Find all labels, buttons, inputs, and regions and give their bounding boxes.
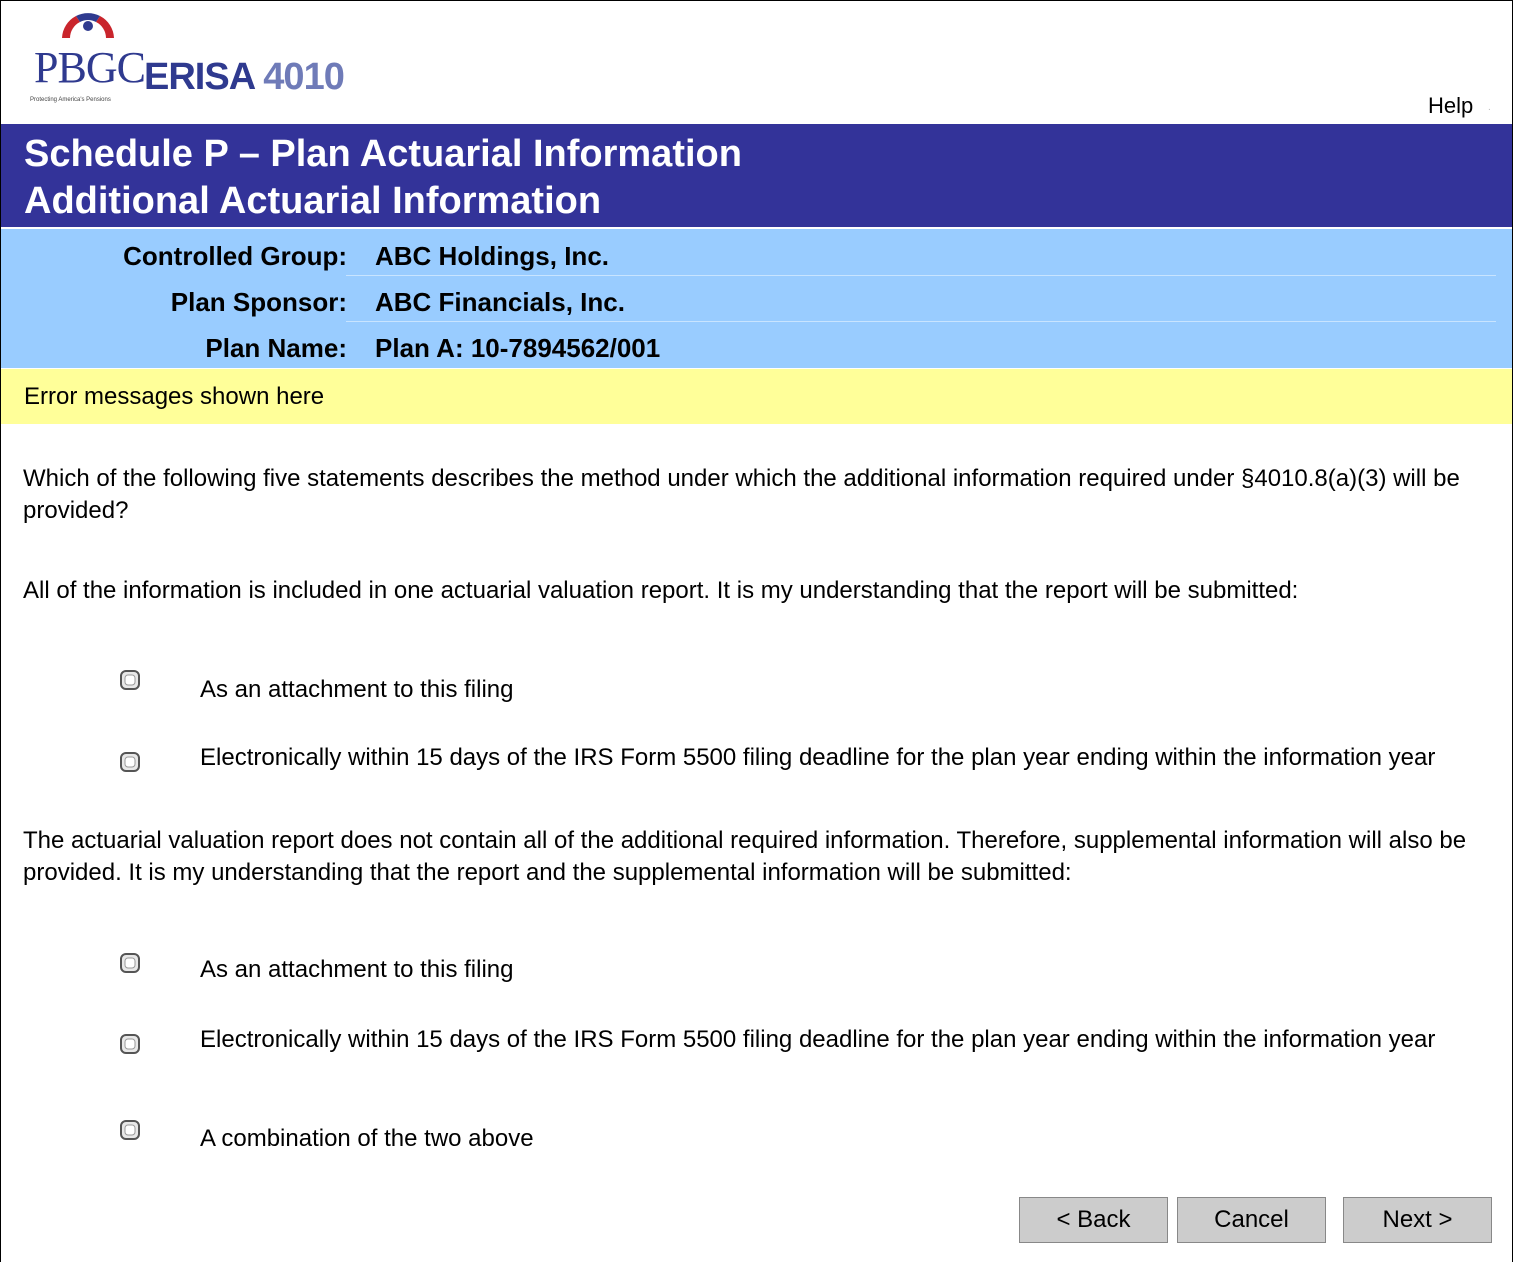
plan-sponsor-row: Plan Sponsor: ABC Financials, Inc.: [1, 277, 1512, 321]
plan-sponsor-value: ABC Financials, Inc.: [375, 287, 625, 317]
question-text: Which of the following five statements d…: [23, 465, 1460, 524]
radio-button-icon[interactable]: [120, 670, 140, 690]
group2-option-combination-label[interactable]: A combination of the two above: [200, 1123, 1500, 1155]
group2-intro: The actuarial valuation report does not …: [23, 827, 1467, 886]
group1-option-electronic-label[interactable]: Electronically within 15 days of the IRS…: [200, 742, 1500, 774]
logo-arc-icon: [62, 13, 114, 38]
radio-button-icon[interactable]: [120, 1034, 140, 1054]
logo-erisa-text: ERISA 4010: [144, 56, 345, 99]
next-button[interactable]: Next >: [1343, 1197, 1492, 1243]
group1-intro: All of the information is included in on…: [23, 577, 1299, 604]
controlled-group-value: ABC Holdings, Inc.: [375, 241, 609, 271]
info-divider: [346, 321, 1496, 322]
pbgc-erisa-logo: PBGC ERISA 4010 Protecting America's Pen…: [30, 10, 390, 110]
back-button[interactable]: < Back: [1019, 1197, 1168, 1243]
plan-name-label: Plan Name:: [205, 333, 347, 363]
radio-button-icon[interactable]: [120, 752, 140, 772]
controlled-group-label: Controlled Group:: [123, 241, 347, 271]
plan-name-row: Plan Name: Plan A: 10-7894562/001: [1, 323, 1512, 367]
radio-button-icon[interactable]: [120, 953, 140, 973]
group1-option-attachment-label[interactable]: As an attachment to this filing: [200, 674, 1500, 706]
logo-tagline: Protecting America's Pensions: [30, 97, 111, 103]
cancel-button[interactable]: Cancel: [1177, 1197, 1326, 1243]
logo-pbgc-text: PBGC: [34, 43, 146, 92]
page-subtitle: Additional Actuarial Information: [24, 180, 602, 222]
logo-erisa-number: 4010: [263, 56, 345, 98]
help-separator: .: [1488, 102, 1491, 113]
error-message-bar: Error messages shown here: [1, 369, 1512, 424]
plan-sponsor-label: Plan Sponsor:: [170, 287, 347, 317]
plan-name-value: Plan A: 10-7894562/001: [375, 333, 661, 363]
group2-option-attachment-label[interactable]: As an attachment to this filing: [200, 954, 1500, 986]
plan-info-band: Controlled Group: ABC Holdings, Inc. Pla…: [1, 229, 1512, 368]
error-message-text: Error messages shown here: [24, 383, 325, 410]
group2-option-electronic-label[interactable]: Electronically within 15 days of the IRS…: [200, 1024, 1500, 1056]
radio-button-icon[interactable]: [120, 1120, 140, 1140]
title-bar: Schedule P – Plan Actuarial Information …: [1, 124, 1512, 227]
controlled-group-row: Controlled Group: ABC Holdings, Inc.: [1, 231, 1512, 275]
page-title: Schedule P – Plan Actuarial Information: [24, 133, 742, 175]
info-divider: [346, 275, 1496, 276]
help-link[interactable]: Help: [1428, 93, 1473, 119]
logo-erisa-word: ERISA: [144, 56, 255, 98]
